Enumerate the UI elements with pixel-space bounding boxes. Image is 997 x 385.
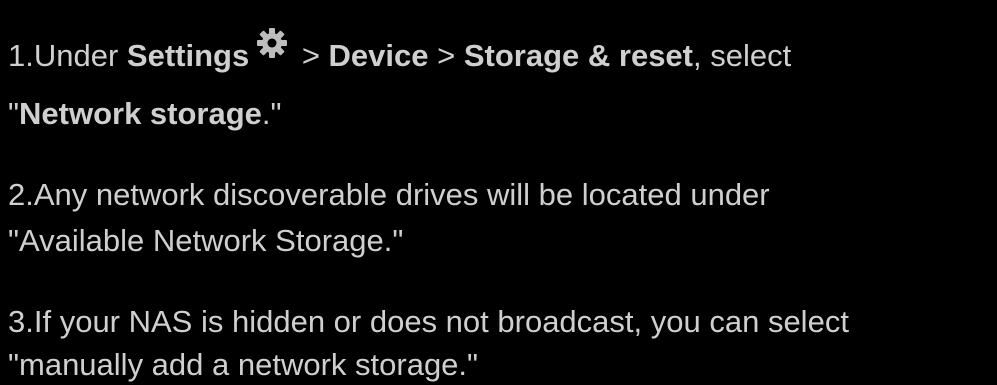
step-3-line-1: 3.If your NAS is hidden or does not broa…	[8, 302, 849, 342]
step-1-text-select: , select	[693, 38, 792, 73]
step-1-line-2: "Network storage."	[8, 94, 282, 134]
step-2-number: 2.	[8, 177, 34, 212]
step-2-line-1: 2.Any network discoverable drives will b…	[8, 175, 770, 215]
step-1-quote-close: ."	[261, 96, 282, 131]
step-1-line-1: 1.Under Settings > Device > Storage & re…	[8, 26, 791, 76]
step-2-line-2: "Available Network Storage."	[8, 221, 403, 261]
step-1-number: 1.	[8, 38, 34, 73]
step-2-text-1: Any network discoverable drives will be …	[33, 177, 770, 212]
step-3-line-2: "manually add a network storage."	[8, 345, 478, 385]
settings-label: Settings	[126, 38, 250, 73]
device-label: Device	[328, 38, 429, 73]
instructions-page: 1.Under Settings > Device > Storage & re…	[0, 0, 997, 385]
step-1-separator-2: >	[428, 38, 464, 73]
step-1-separator-1: >	[293, 38, 329, 73]
gear-icon	[255, 26, 289, 60]
step-3-number: 3.	[8, 304, 34, 339]
step-3-text-2: "manually add a network storage."	[8, 347, 479, 382]
step-1-quote-open: "	[8, 96, 20, 131]
step-2-text-2: "Available Network Storage."	[8, 223, 404, 258]
network-storage-label: Network storage	[19, 96, 262, 131]
storage-reset-label: Storage & reset	[463, 38, 693, 73]
step-1-text-under: Under	[33, 38, 127, 73]
step-3-text-1: If your NAS is hidden or does not broadc…	[33, 304, 849, 339]
